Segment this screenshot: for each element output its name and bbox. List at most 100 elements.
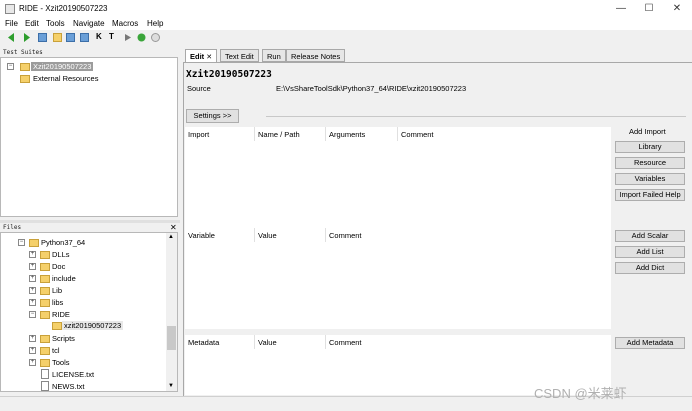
maximize-button[interactable]: ☐ — [641, 2, 657, 16]
metadata-col-header: Metadata — [188, 338, 220, 347]
save-all-icon[interactable] — [80, 33, 89, 42]
text-file-icon — [41, 369, 49, 379]
expand-toggle[interactable]: − — [18, 239, 25, 246]
search-tests-icon[interactable]: T — [109, 32, 114, 41]
menu-navigate[interactable]: Navigate — [73, 19, 105, 28]
library-button[interactable]: Library — [615, 141, 685, 153]
expand-toggle[interactable]: + — [29, 347, 36, 354]
folder-icon — [40, 287, 50, 295]
import-col-header: Import — [188, 130, 210, 139]
close-window-button[interactable]: ✕ — [669, 2, 685, 16]
folder-icon — [40, 359, 50, 367]
add-list-button[interactable]: Add List — [615, 246, 685, 258]
back-icon[interactable] — [7, 32, 18, 43]
menu-edit[interactable]: Edit — [25, 19, 39, 28]
source-label: Source — [187, 84, 211, 93]
menu-help[interactable]: Help — [147, 19, 163, 28]
tab-close-icon[interactable]: ✕ — [206, 54, 212, 61]
scroll-down-icon[interactable]: ▼ — [168, 383, 174, 389]
file-tree-item[interactable]: LICENSE.txt — [52, 370, 94, 379]
source-path: E:\VsShareToolSdk\Python37_64\RIDE\xzit2… — [276, 84, 467, 93]
tab-run[interactable]: Run — [262, 49, 286, 62]
external-resources-icon — [20, 75, 30, 83]
file-tree-item[interactable]: Doc — [52, 262, 65, 271]
folder-icon — [29, 239, 39, 247]
menu-file[interactable]: File — [5, 19, 18, 28]
file-tree-item[interactable]: Tools — [52, 358, 70, 367]
folder-icon — [40, 275, 50, 283]
minimize-button[interactable]: — — [613, 2, 629, 16]
folder-icon — [40, 347, 50, 355]
save-icon[interactable] — [66, 33, 75, 42]
value-col-header: Value — [258, 231, 277, 240]
file-tree-item[interactable]: Python37_64 — [41, 238, 85, 247]
files-scrollbar[interactable] — [166, 233, 177, 391]
add-import-label: Add Import — [629, 127, 666, 136]
resource-button[interactable]: Resource — [615, 157, 685, 169]
files-header: Files — [3, 224, 22, 231]
folder-icon — [40, 335, 50, 343]
scroll-up-icon[interactable]: ▲ — [168, 234, 174, 240]
stop-icon[interactable] — [150, 32, 161, 43]
expand-toggle[interactable]: + — [29, 275, 36, 282]
expand-toggle[interactable]: + — [29, 263, 36, 270]
search-keyword-icon[interactable]: K — [96, 32, 102, 41]
comment-col-header: Comment — [329, 231, 362, 240]
file-tree-item[interactable]: Lib — [52, 286, 62, 295]
variable-col-header: Variable — [188, 231, 215, 240]
expand-toggle[interactable]: + — [29, 251, 36, 258]
panel-splitter[interactable] — [0, 220, 180, 223]
file-tree-item[interactable]: DLLs — [52, 250, 70, 259]
variables-button[interactable]: Variables — [615, 173, 685, 185]
import-grid[interactable] — [185, 127, 611, 329]
suite-name-heading: Xzit20190507223 — [186, 69, 272, 80]
add-scalar-button[interactable]: Add Scalar — [615, 230, 685, 242]
folder-icon — [40, 299, 50, 307]
toolbar — [0, 31, 692, 45]
tree-item-external-resources[interactable]: External Resources — [33, 74, 98, 83]
add-metadata-button[interactable]: Add Metadata — [615, 337, 685, 349]
suite-collapse-toggle[interactable]: − — [7, 63, 14, 70]
watermark: CSDN @米莱虾 — [534, 386, 627, 401]
file-tree-item[interactable]: NEWS.txt — [52, 382, 85, 391]
folder-icon — [40, 251, 50, 259]
files-tree — [0, 232, 178, 392]
expand-toggle[interactable]: + — [29, 359, 36, 366]
open-folder-icon[interactable] — [38, 33, 47, 42]
settings-divider — [266, 116, 686, 117]
folder-icon — [40, 263, 50, 271]
files-close-icon[interactable]: ✕ — [170, 223, 177, 232]
open-file-icon[interactable] — [53, 33, 62, 42]
app-icon — [5, 4, 15, 14]
test-suites-header: Test Suites — [3, 49, 43, 56]
file-tree-item[interactable]: Scripts — [52, 334, 75, 343]
file-tree-item-selected[interactable]: xzit20190507223 — [62, 321, 124, 330]
arguments-col-header: Arguments — [329, 130, 366, 139]
expand-toggle[interactable]: − — [29, 311, 36, 318]
file-tree-item[interactable]: tcl — [52, 346, 60, 355]
add-dict-button[interactable]: Add Dict — [615, 262, 685, 274]
window-title: RIDE - Xzit20190507223 — [19, 4, 108, 13]
settings-toggle-button[interactable]: Settings >> — [186, 109, 239, 123]
col-divider — [325, 127, 326, 141]
import-failed-help-button[interactable]: Import Failed Help — [615, 189, 685, 201]
text-file-icon — [41, 381, 49, 391]
tab-edit[interactable]: Edit ✕ — [185, 49, 218, 63]
expand-toggle[interactable]: + — [29, 299, 36, 306]
tree-item-suite[interactable]: Xzit20190507223 — [31, 62, 94, 71]
menu-tools[interactable]: Tools — [46, 19, 65, 28]
name-path-col-header: Name / Path — [258, 130, 300, 139]
comment-col-header: Comment — [401, 130, 434, 139]
expand-toggle[interactable]: + — [29, 287, 36, 294]
tab-release-notes[interactable]: Release Notes — [286, 49, 346, 62]
files-scrollbar-thumb[interactable] — [167, 326, 176, 350]
file-tree-item[interactable]: include — [52, 274, 76, 283]
expand-toggle[interactable]: + — [29, 335, 36, 342]
run-icon[interactable] — [123, 33, 132, 42]
debug-icon[interactable] — [136, 32, 147, 43]
menu-macros[interactable]: Macros — [112, 19, 138, 28]
tab-text-edit[interactable]: Text Edit — [220, 49, 259, 62]
file-tree-item[interactable]: RIDE — [52, 310, 70, 319]
file-tree-item[interactable]: libs — [52, 298, 63, 307]
forward-icon[interactable] — [20, 32, 31, 43]
